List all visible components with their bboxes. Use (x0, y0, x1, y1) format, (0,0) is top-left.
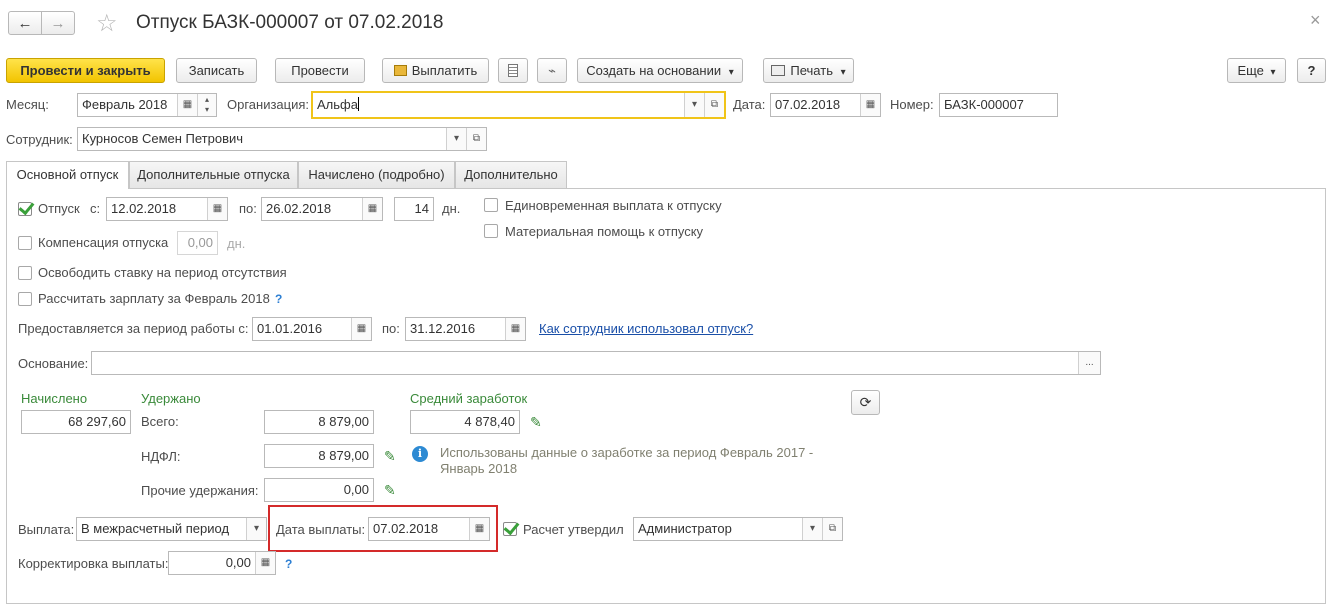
favorite-star-icon[interactable]: ☆ (96, 9, 118, 38)
create-based-label: Создать на основании (586, 63, 722, 78)
window-title: Отпуск БАЗК-000007 от 07.02.2018 (136, 12, 444, 33)
forward-button[interactable]: → (41, 11, 75, 35)
date-label: Дата: (733, 97, 766, 112)
pay-label: Выплатить (411, 63, 478, 78)
tab-accrued-details[interactable]: Начислено (подробно) (298, 161, 455, 188)
calendar-icon[interactable]: ▦ (177, 94, 197, 116)
date-value: 07.02.2018 (775, 97, 841, 112)
number-label: Номер: (890, 97, 934, 112)
pay-icon (393, 65, 407, 76)
employee-field[interactable]: Курносов Семен Петрович ▾ ⧉ (77, 127, 487, 151)
tab-panel (6, 188, 1326, 604)
back-button[interactable]: ← (8, 11, 42, 35)
post-and-close-button[interactable]: Провести и закрыть (6, 58, 165, 83)
paperclip-icon: ⌁ (548, 63, 556, 78)
save-button[interactable]: Записать (176, 58, 257, 83)
close-icon[interactable]: × (1310, 10, 1321, 31)
month-value: Февраль 2018 (82, 97, 168, 112)
open-icon[interactable]: ⧉ (704, 93, 724, 117)
arrow-left-icon: ← (17, 15, 33, 32)
arrow-right-icon: → (50, 15, 66, 32)
calendar-icon[interactable]: ▦ (860, 94, 880, 116)
help-button[interactable]: ? (1297, 58, 1326, 83)
employee-value: Курносов Семен Петрович (82, 131, 244, 146)
journal-button[interactable] (498, 58, 528, 83)
tab-main-vacation[interactable]: Основной отпуск (6, 161, 129, 189)
print-label: Печать (790, 63, 833, 78)
open-icon[interactable]: ⧉ (466, 128, 486, 150)
month-label: Месяц: (6, 97, 49, 112)
number-field[interactable]: БАЗК-000007 (939, 93, 1058, 117)
chevron-down-icon: ▾ (728, 67, 734, 78)
chevron-down-icon[interactable]: ▾ (684, 93, 704, 117)
organization-label: Организация: (227, 97, 310, 112)
chevron-down-icon: ▾ (1270, 67, 1276, 78)
organization-field[interactable]: Альфа ▾ ⧉ (311, 91, 726, 119)
more-button[interactable]: Еще ▾ (1227, 58, 1286, 83)
printer-icon (771, 65, 786, 76)
more-label: Еще (1237, 63, 1264, 78)
chevron-down-icon[interactable]: ▾ (446, 128, 466, 150)
attach-button[interactable]: ⌁ (537, 58, 567, 83)
chevron-down-icon: ▾ (840, 67, 846, 78)
pay-button[interactable]: Выплатить (382, 58, 489, 83)
text-cursor (357, 97, 359, 111)
print-button[interactable]: Печать ▾ (763, 58, 854, 83)
employee-label: Сотрудник: (6, 132, 73, 147)
date-field[interactable]: 07.02.2018 ▦ (770, 93, 881, 117)
create-based-on-button[interactable]: Создать на основании ▾ (577, 58, 743, 83)
tab-additional[interactable]: Дополнительно (455, 161, 567, 188)
spin-stepper-icon[interactable]: ▴ ▾ (197, 94, 216, 116)
organization-value: Альфа (317, 97, 358, 112)
tab-additional-vacations[interactable]: Дополнительные отпуска (129, 161, 298, 188)
month-field[interactable]: Февраль 2018 ▦ ▴ ▾ (77, 93, 217, 117)
post-button[interactable]: Провести (275, 58, 365, 83)
list-icon (508, 64, 518, 77)
